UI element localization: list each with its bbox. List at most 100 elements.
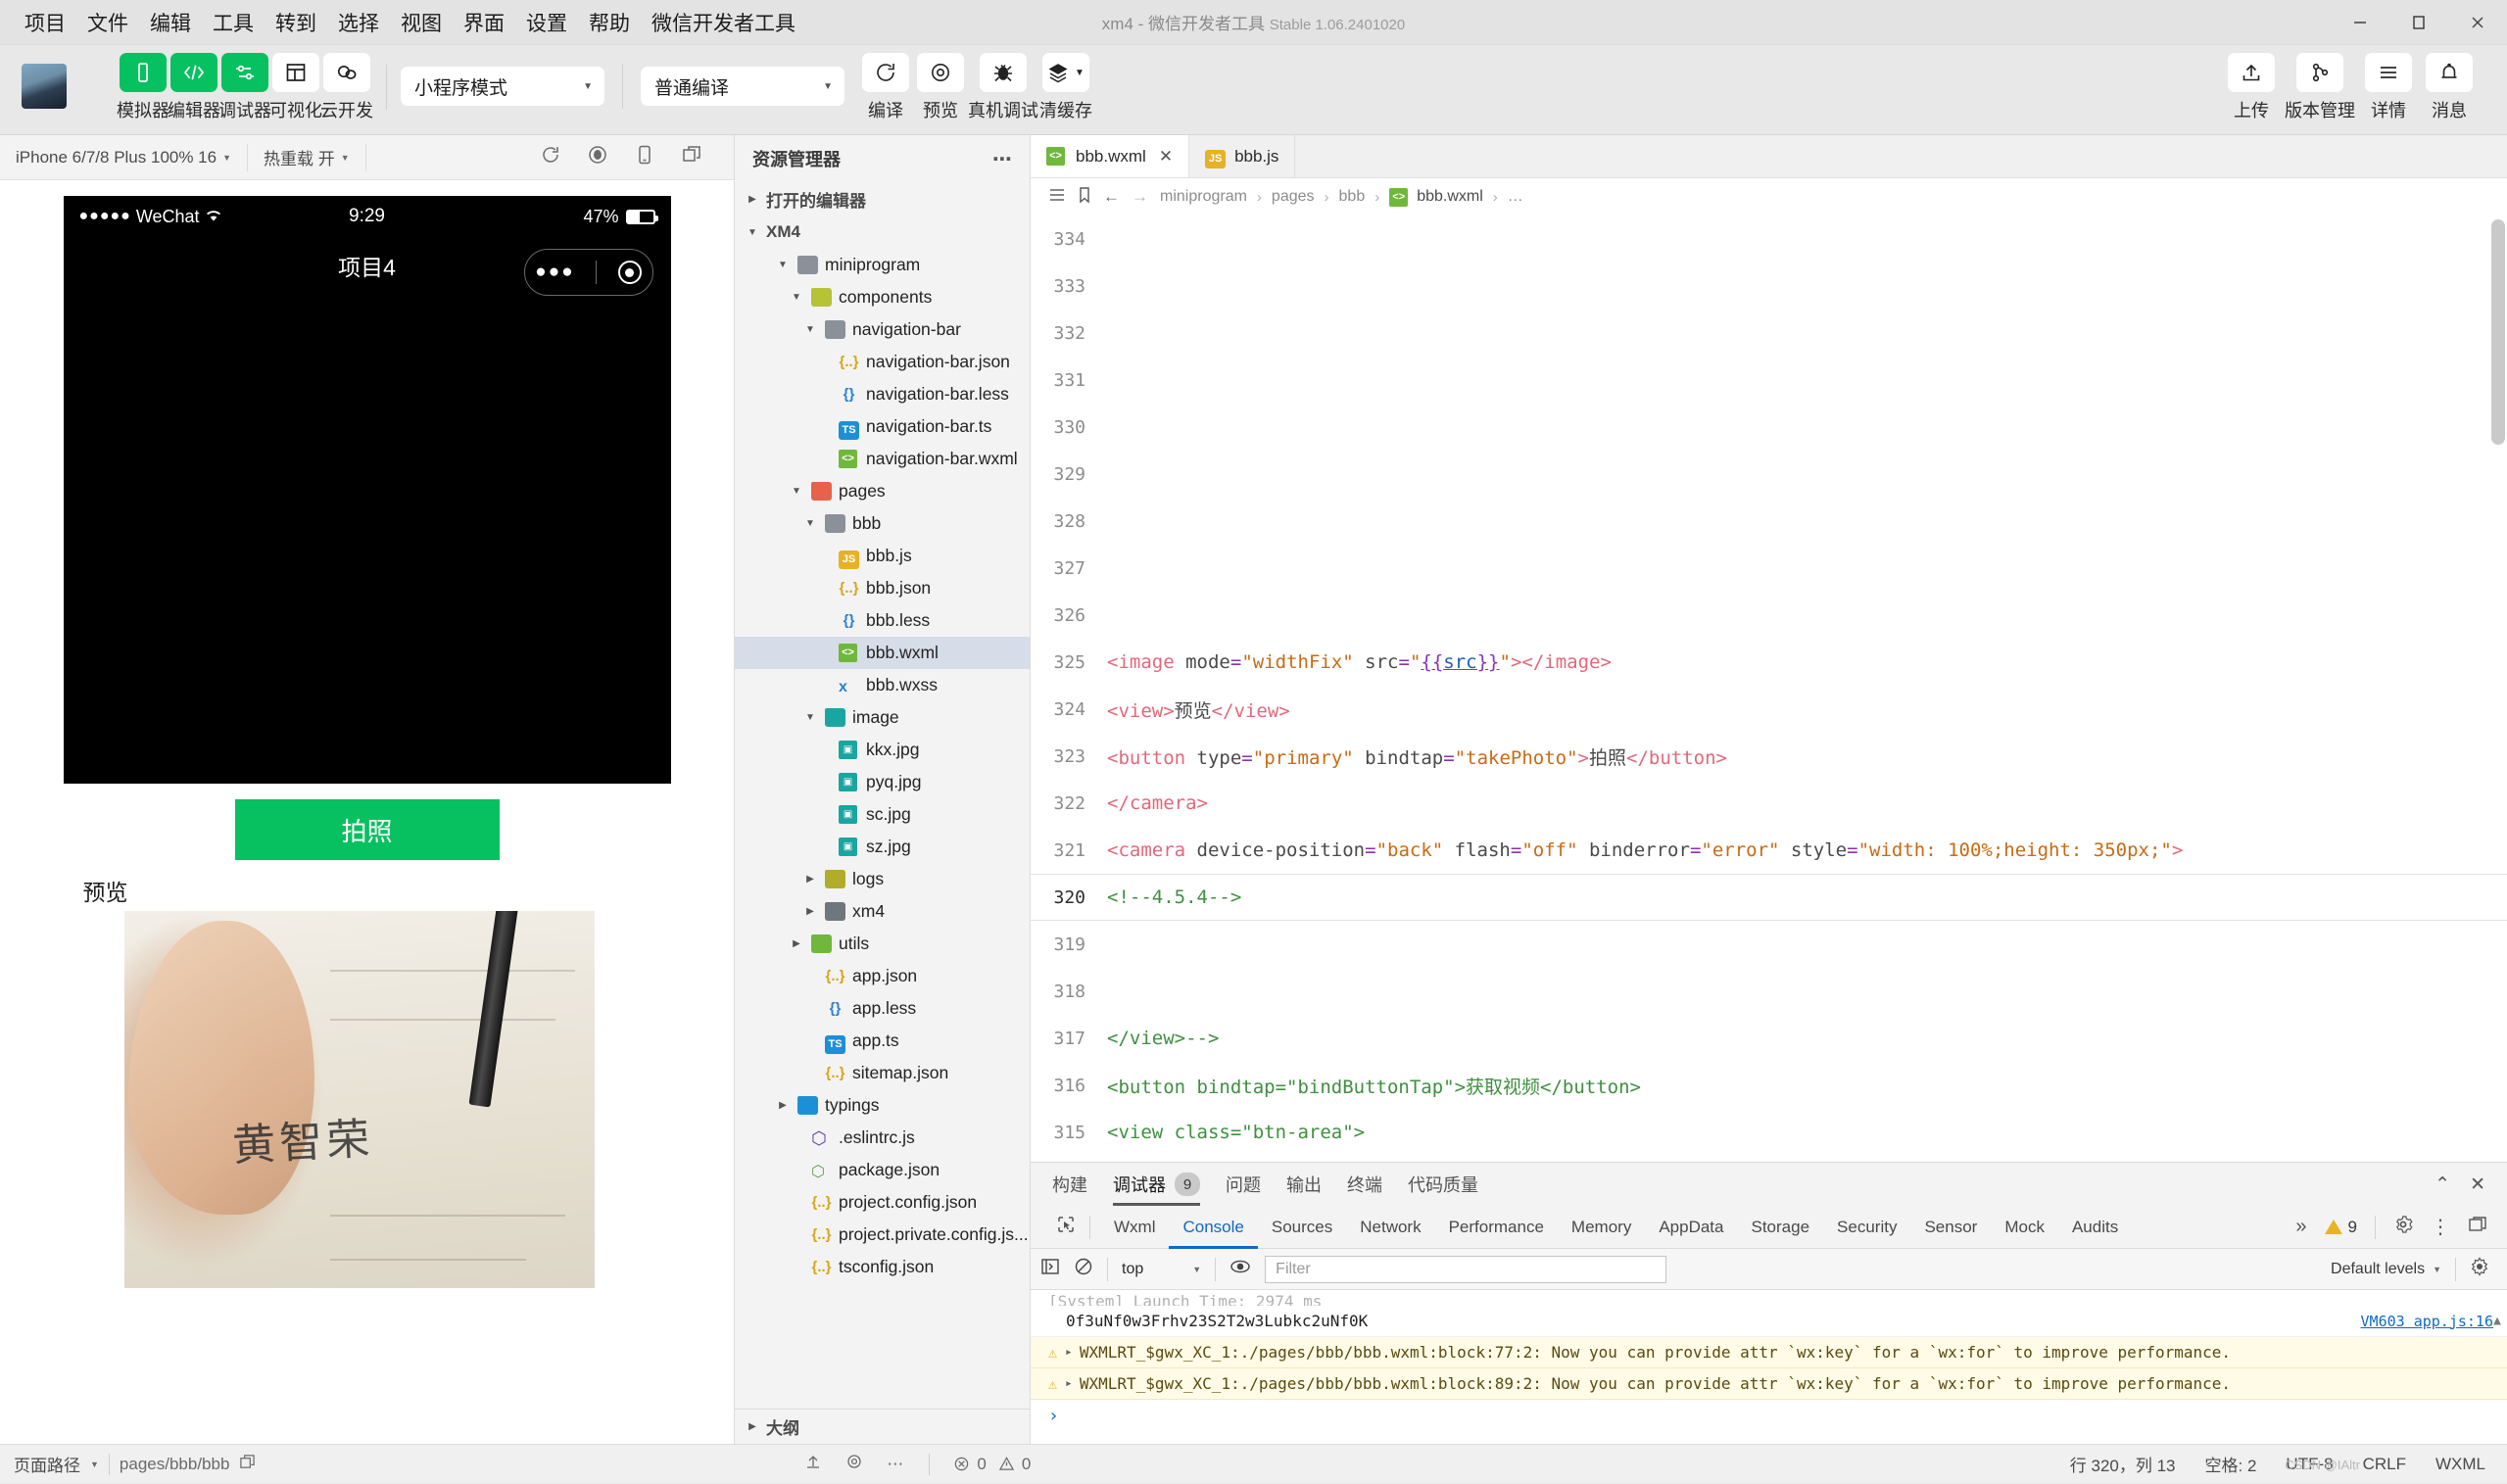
console-source-link[interactable]: VM603 app.js:16 (2361, 1313, 2493, 1330)
maximize-button[interactable] (2389, 0, 2448, 45)
devtools-tab-security[interactable]: Security (1823, 1206, 1910, 1249)
expand-arrow-icon[interactable]: ▸ (1065, 1345, 1073, 1360)
console-filter-input[interactable]: Filter (1265, 1255, 1667, 1283)
toolbar-button-cloud[interactable]: 云开发 (320, 53, 373, 122)
copy-icon[interactable] (681, 144, 702, 170)
console-prompt[interactable]: › (1031, 1400, 2507, 1426)
tree-folder[interactable]: ▶ utils (735, 928, 1030, 960)
refresh-icon[interactable] (540, 144, 561, 170)
tree-file[interactable]: ▶{}bbb.less (735, 604, 1030, 637)
tree-file[interactable]: ▶▣kkx.jpg (735, 734, 1030, 766)
page-path-label[interactable]: 页面路径 (14, 1452, 80, 1476)
dock-panel-icon[interactable] (2468, 1215, 2487, 1239)
eye-status-icon[interactable] (845, 1453, 863, 1475)
console-warning-row[interactable]: ⚠ ▸ WXMLRT_$gwx_XC_1:./pages/bbb/bbb.wxml:… (1031, 1368, 2507, 1400)
code-line[interactable]: 322 </camera> (1031, 780, 2507, 827)
devtools-tab-sensor[interactable]: Sensor (1910, 1206, 1991, 1249)
kebab-menu-icon[interactable]: ⋮ (2431, 1218, 2450, 1237)
panel-tab-终端[interactable]: 终端 (1347, 1163, 1382, 1206)
toolbar-button-code[interactable]: 编辑器 (168, 53, 220, 122)
eol-setting[interactable]: CRLF (2363, 1455, 2406, 1474)
minimize-button[interactable] (2331, 0, 2389, 45)
console-log[interactable]: [System] Launch Time: 2974 ms 0f3uNf0w3F… (1031, 1290, 2507, 1444)
breadcrumb-item-0[interactable]: miniprogram (1160, 188, 1247, 206)
outline-section[interactable]: ▶ 大纲 (735, 1409, 1030, 1444)
toolbar-action-layers[interactable]: ▼ 清缓存 (1038, 53, 1093, 122)
toolbar-right-branch[interactable]: 版本管理 (2282, 53, 2358, 122)
record-icon[interactable] (587, 144, 608, 170)
inspect-element-icon[interactable] (1044, 1215, 1087, 1239)
chevron-down-icon[interactable]: ▼ (789, 486, 804, 497)
gear-icon[interactable] (2393, 1215, 2413, 1239)
code-line[interactable]: 321 <camera device-position="back" flash=… (1031, 827, 2507, 874)
chevron-down-icon[interactable]: ▼ (775, 260, 791, 270)
clear-console-icon[interactable] (1074, 1257, 1093, 1281)
tree-file[interactable]: ▶⬡.eslintrc.js (735, 1122, 1030, 1154)
tree-folder[interactable]: ▼ components (735, 281, 1030, 313)
upload-status-icon[interactable] (804, 1453, 822, 1475)
code-line[interactable]: 334 (1031, 215, 2507, 263)
eye-icon[interactable] (1229, 1259, 1251, 1279)
chevron-right-icon[interactable]: ▶ (789, 938, 804, 949)
toolbar-action-refresh[interactable]: 编译 (858, 53, 913, 122)
toolbar-button-layout[interactable]: 可视化 (269, 53, 322, 122)
code-line[interactable]: 328 (1031, 498, 2507, 545)
execute-icon[interactable] (1040, 1257, 1060, 1281)
code-line[interactable]: 314<video src="{{src}}" controls=""></vi… (1031, 1156, 2507, 1162)
editor-scrollbar[interactable] (2491, 219, 2505, 445)
tree-file[interactable]: ▶{..}navigation-bar.json (735, 346, 1030, 378)
editor-tab-bbb-js[interactable]: JS bbb.js (1189, 135, 1296, 177)
phone-icon[interactable] (634, 144, 655, 170)
code-line[interactable]: 318 (1031, 968, 2507, 1015)
close-button[interactable] (2448, 0, 2507, 45)
indent-setting[interactable]: 空格: 2 (2205, 1452, 2257, 1476)
console-warning-row[interactable]: ⚠ ▸ WXMLRT_$gwx_XC_1:./pages/bbb/bbb.wxml:… (1031, 1337, 2507, 1368)
tree-folder[interactable]: ▼ image (735, 701, 1030, 734)
tree-folder[interactable]: ▼ miniprogram (735, 249, 1030, 281)
chevron-down-icon[interactable]: ▼ (789, 292, 804, 303)
more-options-icon[interactable]: ⋯ (992, 147, 1014, 171)
tree-folder[interactable]: ▶ xm4 (735, 895, 1030, 928)
tree-file[interactable]: ▶▣sz.jpg (735, 831, 1030, 863)
menu-item-7[interactable]: 界面 (453, 4, 515, 41)
toolbar-button-phone[interactable]: 模拟器 (117, 53, 169, 122)
menu-item-2[interactable]: 编辑 (139, 4, 202, 41)
tree-folder[interactable]: ▼ bbb (735, 507, 1030, 540)
hot-reload-select[interactable]: 热重载 开 ▼ (248, 145, 365, 169)
menu-item-10[interactable]: 微信开发者工具 (641, 4, 806, 41)
tree-file[interactable]: ▶{..}tsconfig.json (735, 1251, 1030, 1283)
code-line[interactable]: 315 <view class="btn-area"> (1031, 1109, 2507, 1156)
target-icon[interactable] (617, 261, 642, 284)
code-line[interactable]: 325 <image mode="widthFix" src="{{src}}">… (1031, 639, 2507, 686)
breadcrumb-item-4[interactable]: … (1508, 188, 1523, 206)
menu-item-1[interactable]: 文件 (76, 4, 139, 41)
code-line[interactable]: 323 <button type="primary" bindtap="takeP… (1031, 733, 2507, 780)
cursor-position[interactable]: 行 320，列 13 (2070, 1452, 2176, 1476)
error-count[interactable]: 0 (953, 1455, 987, 1474)
open-editors-section[interactable]: ▶ 打开的编辑器 (735, 182, 1030, 215)
devtools-tab-storage[interactable]: Storage (1738, 1206, 1824, 1249)
panel-tab-代码质量[interactable]: 代码质量 (1408, 1163, 1478, 1206)
chevron-right-icon[interactable]: ▶ (802, 906, 818, 917)
devtools-tab-network[interactable]: Network (1346, 1206, 1434, 1249)
devtools-tab-wxml[interactable]: Wxml (1100, 1206, 1169, 1249)
toolbar-action-eye[interactable]: 预览 (913, 53, 968, 122)
tree-file[interactable]: ▶{}navigation-bar.less (735, 378, 1030, 410)
code-line[interactable]: 327 (1031, 545, 2507, 592)
tree-file[interactable]: ▶▣sc.jpg (735, 798, 1030, 831)
breadcrumb-item-1[interactable]: pages (1272, 188, 1315, 206)
breadcrumb-item-3[interactable]: <> bbb.wxml (1389, 187, 1483, 207)
menu-item-6[interactable]: 视图 (390, 4, 453, 41)
code-line[interactable]: 326 (1031, 592, 2507, 639)
tree-file[interactable]: ▶xbbb.wxss (735, 669, 1030, 701)
devtools-tab-mock[interactable]: Mock (1991, 1206, 2058, 1249)
tree-folder[interactable]: ▶ logs (735, 863, 1030, 895)
user-avatar[interactable] (22, 64, 67, 109)
code-line[interactable]: 331 (1031, 357, 2507, 404)
tree-file[interactable]: ▶{}app.less (735, 992, 1030, 1025)
console-context-select[interactable]: top ▼ (1122, 1261, 1201, 1278)
menu-item-3[interactable]: 工具 (202, 4, 265, 41)
bookmark-icon[interactable] (1078, 186, 1091, 209)
devtools-tab-audits[interactable]: Audits (2058, 1206, 2132, 1249)
code-line[interactable]: 317 </view>--> (1031, 1015, 2507, 1062)
